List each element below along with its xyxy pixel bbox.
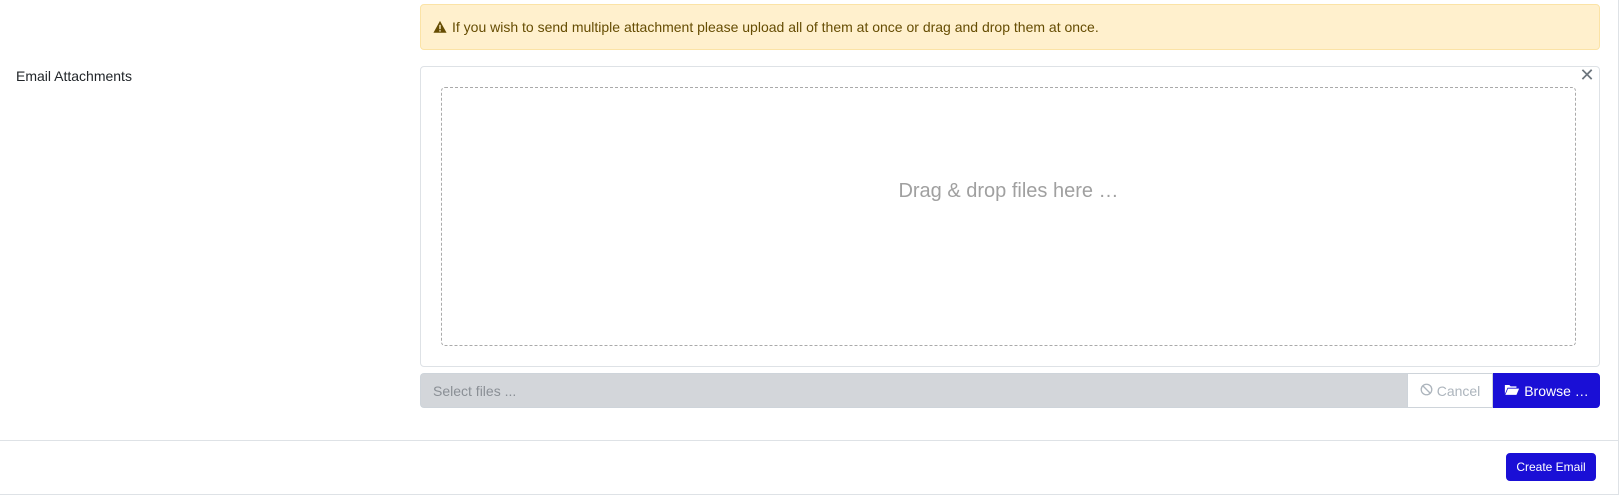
drop-zone[interactable]: Drag & drop files here … bbox=[441, 87, 1576, 346]
warning-triangle-icon bbox=[433, 20, 447, 34]
browse-label: Browse … bbox=[1524, 382, 1589, 399]
drop-zone-text: Drag & drop files here … bbox=[898, 180, 1119, 202]
create-email-label: Create Email bbox=[1516, 460, 1586, 474]
email-form-page: If you wish to send multiple attachment … bbox=[0, 0, 1619, 495]
close-icon: ✕ bbox=[1579, 65, 1595, 85]
cancel-label: Cancel bbox=[1436, 382, 1481, 399]
email-attachments-label: Email Attachments bbox=[16, 68, 132, 84]
cancel-upload-button[interactable]: Cancel bbox=[1407, 373, 1493, 408]
file-input-group: Select files ... Cancel Browse … bbox=[420, 373, 1600, 408]
footer-divider bbox=[0, 440, 1619, 441]
file-caption-input[interactable]: Select files ... bbox=[420, 373, 1407, 408]
close-preview-button[interactable]: ✕ bbox=[1579, 65, 1595, 85]
file-caption-placeholder: Select files ... bbox=[433, 382, 517, 399]
browse-files-button[interactable]: Browse … bbox=[1493, 373, 1600, 408]
alert-text: If you wish to send multiple attachment … bbox=[452, 19, 1099, 35]
folder-open-icon bbox=[1504, 383, 1520, 399]
create-email-button[interactable]: Create Email bbox=[1506, 453, 1596, 481]
file-preview-frame: ✕ Drag & drop files here … bbox=[420, 66, 1600, 367]
multi-upload-warning-alert: If you wish to send multiple attachment … bbox=[420, 4, 1600, 50]
ban-icon bbox=[1420, 383, 1433, 399]
